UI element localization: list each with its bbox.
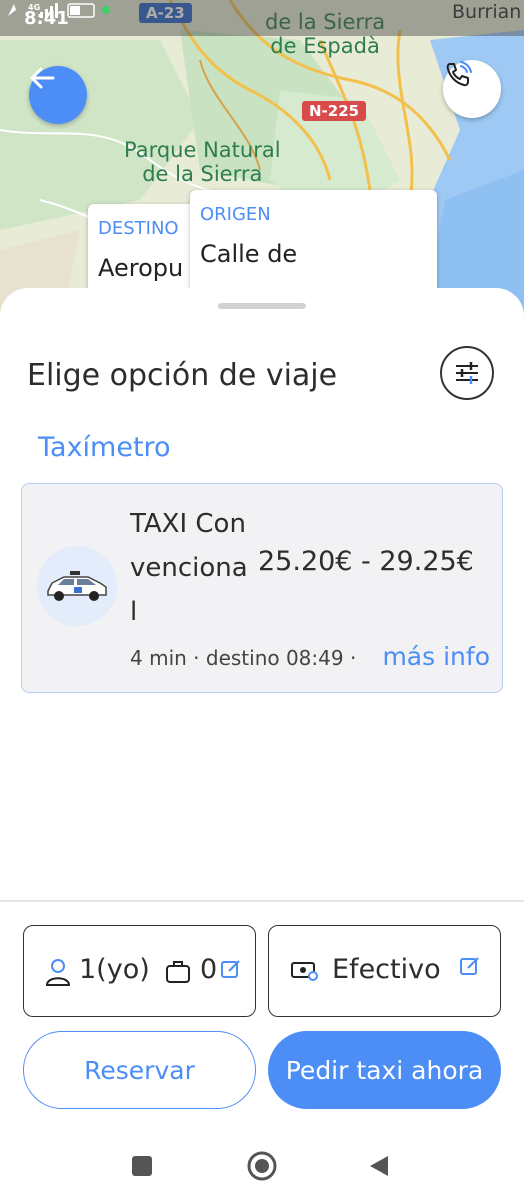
map-view[interactable]: A-23 N-225 de la Sierra de Espadà Parque… (0, 0, 524, 330)
location-icon (8, 4, 16, 16)
status-bar: 8:41 4G (0, 0, 524, 36)
origin-card[interactable]: ORIGEN Calle de (190, 190, 437, 294)
destination-card[interactable]: DESTINO Aeropu (88, 204, 200, 294)
payment-method-box[interactable]: Efectivo (268, 925, 501, 1017)
section-taximetro: Taxímetro (38, 432, 171, 463)
origin-label: ORIGEN (200, 204, 271, 225)
edit-icon[interactable] (220, 958, 242, 980)
taxi-option-card[interactable]: TAXI Convencional 25.20€ - 29.25€ 4 min … (21, 483, 503, 693)
order-taxi-button[interactable]: Pedir taxi ahora (268, 1031, 501, 1109)
reserve-button[interactable]: Reservar (23, 1031, 256, 1109)
call-button[interactable] (443, 60, 501, 118)
camera-indicator-icon (102, 6, 110, 14)
signal-icon (40, 12, 43, 18)
recents-icon (132, 1156, 152, 1176)
suitcase-icon (166, 961, 190, 983)
sliders-icon (456, 362, 478, 384)
option-price: 25.20€ - 29.25€ (258, 546, 474, 577)
option-eta: 4 min · destino 08:49 · (130, 646, 357, 670)
svg-text:4G: 4G (28, 3, 40, 12)
passengers-luggage-box[interactable]: 1(yo) 0 (23, 925, 256, 1017)
car-avatar (37, 546, 117, 626)
luggage-count: 0 (200, 954, 218, 985)
person-icon (45, 959, 71, 986)
trip-options-sheet: Elige opción de viaje Taxímetro TAXI Con… (0, 288, 524, 1200)
arrow-left-icon (30, 67, 55, 89)
passengers-count: 1(yo) (79, 954, 150, 985)
back-nav-icon (370, 1156, 388, 1176)
destination-label: DESTINO (98, 218, 179, 239)
road-badge-n225: N-225 (302, 101, 367, 121)
edit-icon[interactable] (459, 955, 481, 977)
cash-icon (291, 962, 318, 981)
payment-method-label: Efectivo (332, 954, 441, 985)
sheet-title: Elige opción de viaje (27, 358, 338, 393)
option-name: TAXI Convencional (130, 509, 248, 627)
system-nav-bar (0, 1140, 524, 1200)
divider (0, 900, 524, 902)
origin-value: Calle de (200, 240, 298, 268)
status-icons: 4G (8, 3, 110, 18)
back-button[interactable] (29, 66, 87, 124)
filter-button[interactable] (440, 346, 494, 400)
destination-value: Aeropu (98, 254, 184, 282)
sheet-drag-handle[interactable] (218, 303, 306, 309)
more-info-link[interactable]: más info (382, 642, 490, 671)
phone-call-icon (446, 61, 472, 87)
taxi-car-icon (47, 571, 107, 601)
map-label-parque: Parque Natural de la Sierra (124, 138, 281, 186)
nav-buttons (132, 1151, 388, 1181)
